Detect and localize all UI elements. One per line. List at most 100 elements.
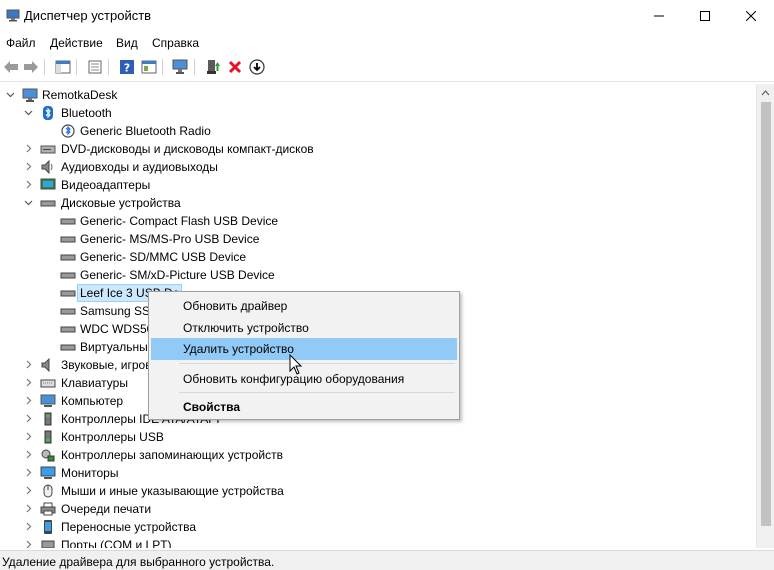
back-arrow-icon — [4, 61, 18, 73]
speaker-icon — [41, 358, 50, 372]
tree-root[interactable]: RemotkaDesk — [0, 86, 756, 104]
download-button[interactable] — [248, 58, 266, 76]
scan-hardware-button[interactable] — [172, 58, 190, 76]
tree-device-label: Generic- SM/xD-Picture USB Device — [80, 268, 275, 282]
expand-chevron-icon[interactable] — [24, 486, 33, 495]
menu-uninstall-device-label: Удалить устройство — [183, 342, 294, 356]
tree-category-label: Контроллеры запоминающих устройств — [61, 448, 283, 462]
show-hide-tree-button[interactable] — [54, 58, 72, 76]
update-driver-icon — [141, 60, 157, 74]
tree-device[interactable]: Generic Bluetooth Radio — [0, 122, 756, 140]
back-button[interactable] — [2, 58, 20, 76]
menu-view[interactable]: Вид — [116, 36, 138, 50]
window-title: Диспетчер устройств — [24, 8, 152, 23]
collapse-chevron-icon[interactable] — [24, 108, 33, 117]
menu-properties-label: Свойства — [183, 400, 241, 414]
tree-category-label: Очереди печати — [61, 502, 152, 516]
menu-uninstall-device[interactable]: Удалить устройство — [151, 338, 457, 360]
svg-text:?: ? — [124, 62, 130, 75]
menu-scan-hardware[interactable]: Обновить конфигурацию оборудования — [151, 368, 457, 390]
disk-drive-icon — [60, 236, 76, 243]
minimize-icon — [654, 15, 664, 17]
disk-drive-icon — [60, 344, 76, 351]
enable-device-button[interactable] — [204, 58, 222, 76]
expand-chevron-icon[interactable] — [24, 396, 33, 405]
collapse-chevron-icon[interactable] — [6, 90, 15, 99]
expand-chevron-icon[interactable] — [24, 378, 33, 387]
keyboard-icon — [40, 379, 56, 388]
menu-separator — [179, 392, 455, 393]
tree-device[interactable]: Generic- SD/MMC USB Device — [0, 248, 756, 266]
tree-category-mice[interactable]: Мыши и иные указывающие устройства — [0, 482, 756, 500]
tree-category-label: Мониторы — [61, 466, 119, 480]
title-bar: Диспетчер устройств — [0, 0, 774, 32]
uninstall-device-icon — [228, 60, 242, 74]
properties-button[interactable] — [86, 58, 104, 76]
expand-chevron-icon[interactable] — [24, 162, 33, 171]
tree-device-label: Generic- MS/MS-Pro USB Device — [80, 232, 260, 246]
expand-chevron-icon[interactable] — [24, 522, 33, 531]
expand-chevron-icon[interactable] — [24, 414, 33, 423]
tree-category-audio-io[interactable]: Аудиовходы и аудиовыходы — [0, 158, 756, 176]
display-adapter-icon — [40, 178, 56, 190]
forward-button[interactable] — [22, 58, 40, 76]
scroll-up-button[interactable] — [757, 84, 774, 101]
tree-category-bluetooth[interactable]: Bluetooth — [0, 104, 756, 122]
expand-chevron-icon[interactable] — [24, 360, 33, 369]
tree-category-disks[interactable]: Дисковые устройства — [0, 194, 756, 212]
tree-category-label: Мыши и иные указывающие устройства — [61, 484, 284, 498]
menu-disable-device[interactable]: Отключить устройство — [151, 317, 457, 339]
menu-action[interactable]: Действие — [50, 36, 103, 50]
vertical-scrollbar[interactable] — [756, 84, 774, 548]
tree-device[interactable]: Generic- Compact Flash USB Device — [0, 212, 756, 230]
expand-chevron-icon[interactable] — [24, 450, 33, 459]
view-button[interactable] — [140, 58, 158, 76]
tree-device[interactable]: Generic- MS/MS-Pro USB Device — [0, 230, 756, 248]
tree-category-label: Клавиатуры — [61, 376, 128, 390]
disk-drive-icon — [60, 254, 76, 261]
maximize-icon — [700, 11, 710, 21]
menu-update-driver[interactable]: Обновить драйвер — [151, 295, 457, 317]
properties-icon — [88, 60, 102, 74]
collapse-chevron-icon[interactable] — [24, 198, 33, 207]
port-icon — [41, 540, 55, 548]
menu-help[interactable]: Справка — [152, 36, 199, 50]
expand-chevron-icon[interactable] — [24, 540, 33, 548]
tree-category-ports[interactable]: Порты (COM и LPT) — [0, 536, 756, 548]
computer-icon — [40, 394, 56, 407]
disk-drive-icon — [40, 200, 56, 207]
tree-category-storage[interactable]: Контроллеры запоминающих устройств — [0, 446, 756, 464]
menu-properties[interactable]: Свойства — [151, 396, 457, 418]
scroll-thumb[interactable] — [761, 102, 771, 526]
tree-category-dvd[interactable]: DVD-дисководы и дисководы компакт-дисков — [0, 140, 756, 158]
expand-chevron-icon[interactable] — [24, 432, 33, 441]
toolbar-separator — [108, 59, 109, 75]
uninstall-device-button[interactable] — [226, 58, 244, 76]
expand-chevron-icon[interactable] — [24, 180, 33, 189]
tree-category-print-queues[interactable]: Очереди печати — [0, 500, 756, 518]
tree-device[interactable]: Generic- SM/xD-Picture USB Device — [0, 266, 756, 284]
minimize-button[interactable] — [636, 0, 682, 32]
tree-category-label: Видеоадаптеры — [61, 178, 151, 192]
tree-category-portable[interactable]: Переносные устройства — [0, 518, 756, 536]
disk-drive-icon — [60, 326, 76, 333]
expand-chevron-icon[interactable] — [24, 144, 33, 153]
expand-chevron-icon[interactable] — [24, 468, 33, 477]
computer-icon — [22, 88, 38, 102]
enable-device-icon — [207, 60, 220, 74]
expand-chevron-icon[interactable] — [24, 504, 33, 513]
tree-device-label: Generic Bluetooth Radio — [80, 124, 211, 138]
device-manager-icon — [6, 9, 20, 22]
tree-device-label: Generic- SD/MMC USB Device — [80, 250, 247, 264]
tree-category-usb[interactable]: Контроллеры USB — [0, 428, 756, 446]
portable-device-icon — [44, 520, 52, 534]
disk-drive-icon — [60, 290, 76, 297]
menu-file[interactable]: Файл — [6, 36, 36, 50]
maximize-button[interactable] — [682, 0, 728, 32]
tree-category-video[interactable]: Видеоадаптеры — [0, 176, 756, 194]
help-button[interactable]: ? — [118, 58, 136, 76]
disk-drive-icon — [60, 308, 76, 315]
tree-category-monitors[interactable]: Мониторы — [0, 464, 756, 482]
speaker-icon — [41, 160, 53, 174]
close-button[interactable] — [728, 0, 774, 32]
